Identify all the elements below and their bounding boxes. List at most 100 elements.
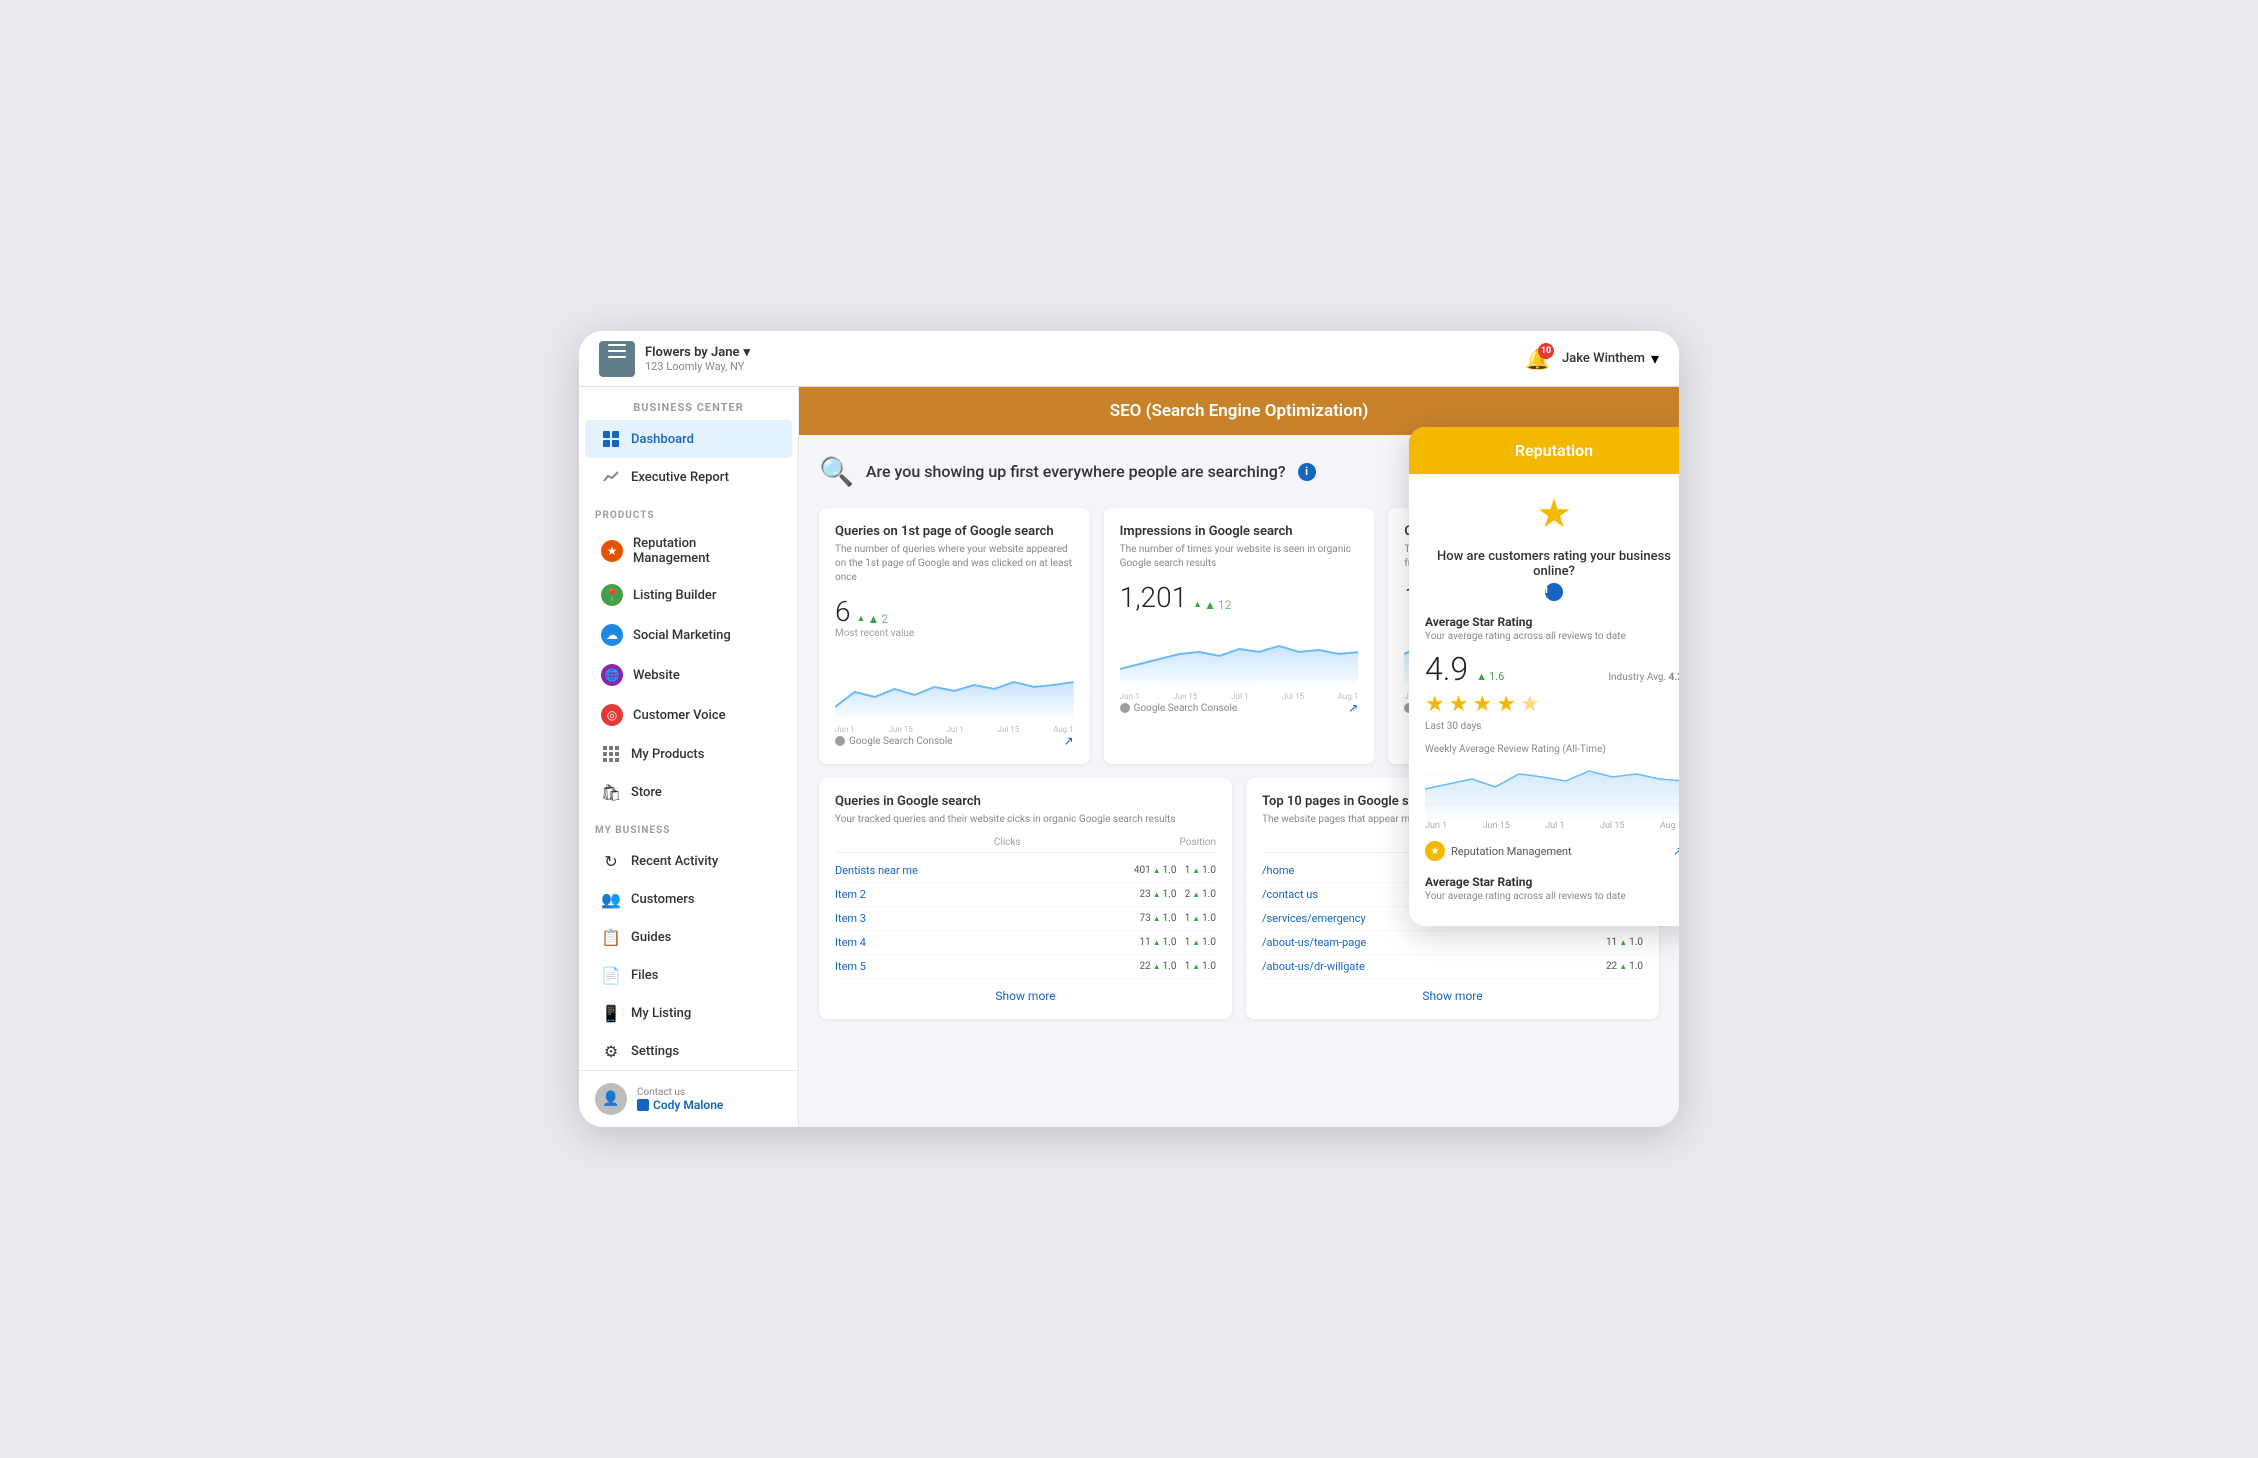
card-value-queries: 6 ▲ 2 xyxy=(835,595,1074,628)
sidebar-item-settings[interactable]: ⚙ Settings xyxy=(585,1032,792,1070)
card-footer-queries: Google Search Console ↗ xyxy=(835,734,1074,748)
rep-info-icon[interactable]: i xyxy=(1545,583,1563,601)
sidebar-item-files[interactable]: 📄 Files xyxy=(585,956,792,994)
business-name[interactable]: Flowers by Jane ▾ xyxy=(645,345,750,360)
contact-name[interactable]: Cody Malone xyxy=(637,1098,723,1112)
sidebar-item-recent-activity[interactable]: ↻ Recent Activity xyxy=(585,842,792,880)
sidebar-item-my-listing[interactable]: 📱 My Listing xyxy=(585,994,792,1032)
sidebar-section-products: PRODUCTS xyxy=(579,496,798,527)
card-title-queries-google: Queries in Google search xyxy=(835,794,1216,809)
top-bar: Menu Flowers by Jane ▾ 123 Loomly Way, N… xyxy=(579,331,1679,387)
business-address: 123 Loomly Way, NY xyxy=(645,360,750,373)
sidebar-item-label-executive: Executive Report xyxy=(631,470,729,485)
source-dot-2 xyxy=(1120,703,1130,713)
info-icon[interactable]: i xyxy=(1298,463,1316,481)
user-dropdown-icon: ▾ xyxy=(1651,349,1659,368)
listing-icon: 📍 xyxy=(601,584,623,606)
user-info[interactable]: Jake Winthem ▾ xyxy=(1562,349,1659,368)
card-title-impressions: Impressions in Google search xyxy=(1120,524,1359,539)
table-row: Item 5 22 ▲ 1.0 1 ▲ 1.0 xyxy=(835,955,1216,979)
rep-avg-sub: Your average rating across all reviews t… xyxy=(1425,631,1679,642)
menu-button[interactable]: Menu xyxy=(599,341,635,377)
sidebar-label-store: Store xyxy=(631,785,662,800)
sidebar-item-reputation[interactable]: ★ Reputation Management xyxy=(585,527,792,575)
files-icon: 📄 xyxy=(601,965,621,985)
rep-panel-header: Reputation xyxy=(1409,427,1679,474)
sidebar-section-my-business: MY BUSINESS xyxy=(579,811,798,842)
rep-last30: Last 30 days xyxy=(1425,721,1679,732)
main-layout: BUSINESS CENTER Dashboard Executive Repo… xyxy=(579,387,1679,1127)
sidebar-label-customers: Customers xyxy=(631,892,695,907)
sidebar-item-customer-voice[interactable]: ◎ Customer Voice xyxy=(585,695,792,735)
rep-chart-section: Weekly Average Review Rating (All-Time) xyxy=(1425,744,1679,831)
mini-chart-queries xyxy=(835,647,1074,717)
table-row: Dentists near me 401 ▲ 1.0 1 ▲ 1.0 xyxy=(835,859,1216,883)
sidebar-label-files: Files xyxy=(631,968,658,983)
card-queries-google: Queries in Google search Your tracked qu… xyxy=(819,778,1232,1019)
sidebar-label-customer-voice: Customer Voice xyxy=(633,708,726,723)
chart-x-labels-impressions: Jun 1Jun 15Jul 1Jul 15Aug 1 xyxy=(1120,692,1359,701)
ext-link-impressions[interactable]: ↗ xyxy=(1348,701,1358,715)
top-bar-logo: Menu Flowers by Jane ▾ 123 Loomly Way, N… xyxy=(599,341,799,377)
rep-rating-row: 4.9 ▲ 1.6 Industry Avg. 4.2 xyxy=(1425,650,1679,688)
table-header-queries: Clicks Position xyxy=(835,837,1216,853)
rep-ext-link[interactable]: ↗ xyxy=(1673,844,1679,858)
sidebar-item-dashboard[interactable]: Dashboard xyxy=(585,420,792,458)
sidebar-label-recent-activity: Recent Activity xyxy=(631,854,718,869)
sidebar-label-website: Website xyxy=(633,668,680,683)
sidebar-item-executive-report[interactable]: Executive Report xyxy=(585,458,792,496)
business-info: Flowers by Jane ▾ 123 Loomly Way, NY xyxy=(645,345,750,373)
contact-icon xyxy=(637,1099,649,1111)
reputation-icon: ★ xyxy=(601,540,623,562)
big-star-icon: ★ xyxy=(1425,490,1679,537)
seo-hero-text: Are you showing up first everywhere peop… xyxy=(866,462,1286,481)
notification-bell[interactable]: 🔔 10 xyxy=(1525,347,1550,371)
rep-star-hero: ★ xyxy=(1425,490,1679,537)
menu-label: Menu xyxy=(603,362,630,373)
ext-link-queries[interactable]: ↗ xyxy=(1064,734,1074,748)
customers-icon: 👥 xyxy=(601,889,621,909)
device-frame: Menu Flowers by Jane ▾ 123 Loomly Way, N… xyxy=(579,331,1679,1127)
rep-avg-sub-2: Your average rating across all reviews t… xyxy=(1425,891,1679,902)
rep-chart-title: Weekly Average Review Rating (All-Time) xyxy=(1425,744,1679,755)
mini-chart-impressions xyxy=(1120,614,1359,684)
rep-mini-chart xyxy=(1425,759,1679,819)
stars-row: ★ ★ ★ ★ ★ xyxy=(1425,692,1679,717)
sidebar-item-social[interactable]: ☁ Social Marketing xyxy=(585,615,792,655)
card-value-impressions: 1,201 ▲ 12 xyxy=(1120,581,1359,614)
source-dot xyxy=(835,736,845,746)
search-icon: 🔍 xyxy=(819,455,854,488)
sidebar-item-website[interactable]: 🌐 Website xyxy=(585,655,792,695)
sidebar-label-reputation: Reputation Management xyxy=(633,536,776,566)
card-desc-queries-google: Your tracked queries and their website c… xyxy=(835,813,1216,827)
customer-voice-icon: ◎ xyxy=(601,704,623,726)
sidebar-item-label-dashboard: Dashboard xyxy=(631,432,694,447)
trending-up-icon xyxy=(601,467,621,487)
sidebar-label-listing: Listing Builder xyxy=(633,588,716,603)
sidebar-item-store[interactable]: 🛍 Store xyxy=(585,773,792,811)
table-row: Item 3 73 ▲ 1.0 1 ▲ 1.0 xyxy=(835,907,1216,931)
rep-question: How are customers rating your business o… xyxy=(1425,549,1679,579)
contact-info: Contact us Cody Malone xyxy=(637,1087,723,1112)
delta-impressions: ▲ 12 xyxy=(1193,598,1231,612)
sidebar-item-customers[interactable]: 👥 Customers xyxy=(585,880,792,918)
card-impressions: Impressions in Google search The number … xyxy=(1104,508,1375,764)
card-desc-queries: The number of queries where your website… xyxy=(835,543,1074,585)
show-more-queries[interactable]: Show more xyxy=(835,979,1216,1003)
rep-chart-x-labels: Jun 1Jun 15Jul 1Jul 15Aug 1 xyxy=(1425,821,1679,831)
sidebar-item-my-products[interactable]: My Products xyxy=(585,735,792,773)
user-name: Jake Winthem xyxy=(1562,351,1645,366)
sidebar-bottom: 👤 Contact us Cody Malone xyxy=(579,1070,798,1127)
table-row: Item 4 11 ▲ 1.0 1 ▲ 1.0 xyxy=(835,931,1216,955)
card-footer-impressions: Google Search Console ↗ xyxy=(1120,701,1359,715)
recent-activity-icon: ↻ xyxy=(601,851,621,871)
sidebar-item-guides[interactable]: 📋 Guides xyxy=(585,918,792,956)
star-4: ★ xyxy=(1496,692,1516,717)
delta-queries: ▲ 2 xyxy=(857,612,888,626)
sidebar: BUSINESS CENTER Dashboard Executive Repo… xyxy=(579,387,799,1127)
source-queries: Google Search Console xyxy=(835,736,953,747)
rep-rating-value: 4.9 xyxy=(1425,650,1468,688)
table-row: /about-us/team-page 11 ▲ 1.0 xyxy=(1262,931,1643,955)
show-more-top10[interactable]: Show more xyxy=(1262,979,1643,1003)
sidebar-item-listing[interactable]: 📍 Listing Builder xyxy=(585,575,792,615)
